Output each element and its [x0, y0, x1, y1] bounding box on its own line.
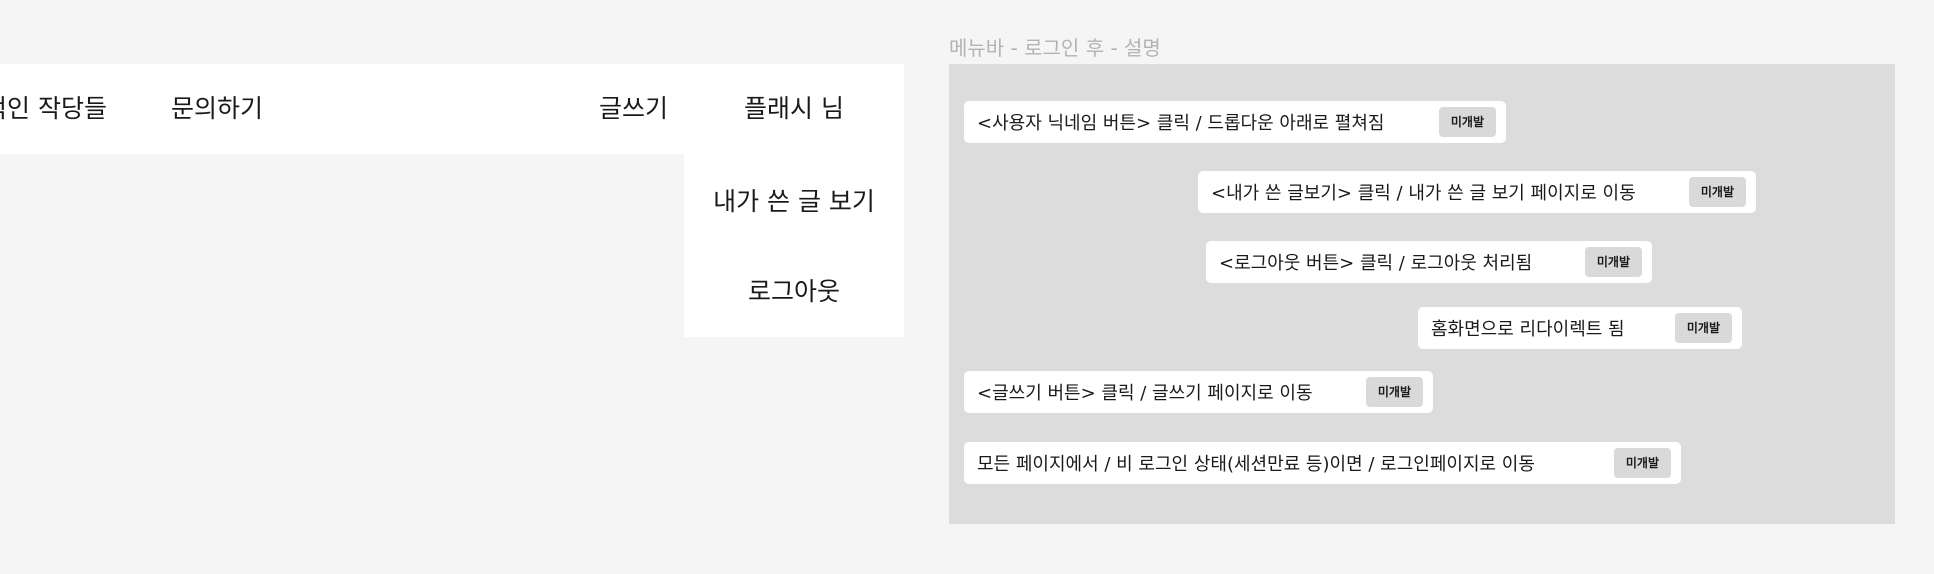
status-badge: 미개발 — [1365, 377, 1423, 407]
note-text: <내가 쓴 글보기> 클릭 / 내가 쓴 글 보기 페이지로 이동 — [1211, 183, 1636, 204]
nav-item-write[interactable]: 글쓰기 — [599, 64, 668, 154]
status-badge: 미개발 — [1613, 448, 1671, 478]
note-card: <글쓰기 버튼> 클릭 / 글쓰기 페이지로 이동 미개발 — [964, 371, 1433, 413]
description-panel: <사용자 닉네임 버튼> 클릭 / 드롭다운 아래로 펼쳐짐 미개발 <내가 쓴… — [949, 64, 1895, 524]
dropdown-item-logout[interactable]: 로그아웃 — [684, 272, 904, 308]
user-nickname-button[interactable]: 플래시 님 — [744, 64, 844, 154]
note-text: <로그아웃 버튼> 클릭 / 로그아웃 처리됨 — [1219, 253, 1533, 274]
note-text: 홈화면으로 리다이렉트 됨 — [1431, 319, 1625, 340]
status-badge: 미개발 — [1688, 177, 1746, 207]
note-card: <내가 쓴 글보기> 클릭 / 내가 쓴 글 보기 페이지로 이동 미개발 — [1198, 171, 1756, 213]
note-text: <글쓰기 버튼> 클릭 / 글쓰기 페이지로 이동 — [977, 383, 1313, 404]
dropdown-item-my-posts[interactable]: 내가 쓴 글 보기 — [684, 182, 904, 218]
note-card: 홈화면으로 리다이렉트 됨 미개발 — [1418, 307, 1742, 349]
status-badge: 미개발 — [1584, 247, 1642, 277]
note-card: 모든 페이지에서 / 비 로그인 상태(세션만료 등)이면 / 로그인페이지로 … — [964, 442, 1681, 484]
note-text: 모든 페이지에서 / 비 로그인 상태(세션만료 등)이면 / 로그인페이지로 … — [977, 454, 1535, 475]
status-badge: 미개발 — [1674, 313, 1732, 343]
status-badge: 미개발 — [1438, 107, 1496, 137]
description-title: 메뉴바 - 로그인 후 - 설명 — [949, 36, 1161, 60]
nav-item-creative-projects[interactable]: 적인 작당들 — [0, 64, 107, 154]
user-dropdown-menu: 내가 쓴 글 보기 로그아웃 — [684, 154, 904, 337]
note-card: <로그아웃 버튼> 클릭 / 로그아웃 처리됨 미개발 — [1206, 241, 1652, 283]
navbar: 적인 작당들 문의하기 글쓰기 플래시 님 — [0, 64, 904, 154]
note-card: <사용자 닉네임 버튼> 클릭 / 드롭다운 아래로 펼쳐짐 미개발 — [964, 101, 1506, 143]
note-text: <사용자 닉네임 버튼> 클릭 / 드롭다운 아래로 펼쳐짐 — [977, 113, 1385, 134]
nav-item-contact[interactable]: 문의하기 — [171, 64, 263, 154]
